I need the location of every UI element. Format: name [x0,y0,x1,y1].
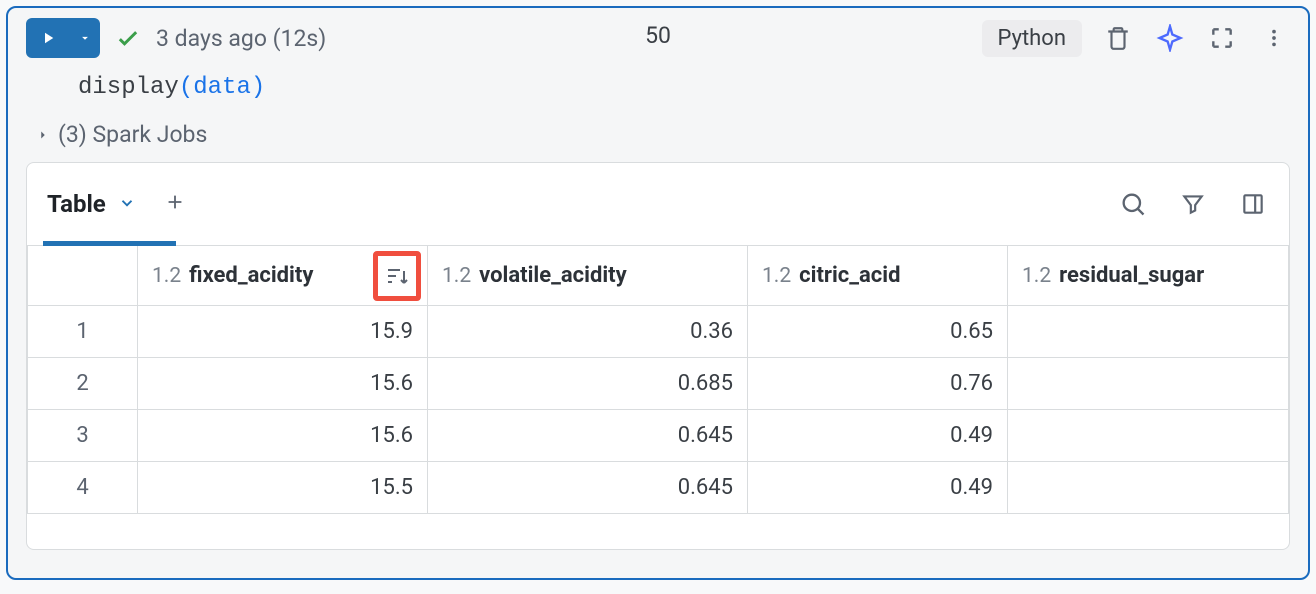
table-row[interactable]: 2 15.6 0.685 0.76 [28,358,1289,410]
spark-jobs-toggle[interactable]: (3) Spark Jobs [8,117,1308,162]
column-header-volatile-acidity[interactable]: 1.2 volatile_acidity [428,246,748,306]
column-name: citric_acid [799,263,900,288]
run-button[interactable] [26,18,70,58]
cell-value[interactable]: 0.65 [748,306,1008,358]
cell-value[interactable] [1008,358,1289,410]
cell-value[interactable]: 0.49 [748,462,1008,514]
cell-value[interactable] [1008,410,1289,462]
code-argument: data [193,74,251,101]
chevron-down-icon [118,194,136,212]
cell-value[interactable]: 0.645 [428,410,748,462]
code-paren-open: ( [179,74,193,101]
header-row: 1.2 fixed_acidity 1.2 [28,246,1289,306]
run-dropdown-button[interactable] [70,18,100,58]
sparkle-icon [1156,24,1184,52]
code-paren-close: ) [251,74,265,101]
panel-button[interactable] [1237,188,1269,220]
kebab-icon [1263,27,1285,49]
cell-value[interactable]: 0.645 [428,462,748,514]
cell-value[interactable]: 0.36 [428,306,748,358]
sort-desc-icon [384,264,410,288]
toolbar-right: Python [982,20,1290,57]
column-header-residual-sugar[interactable]: 1.2 residual_sugar [1008,246,1289,306]
type-badge: 1.2 [442,264,471,288]
table-row[interactable]: 1 15.9 0.36 0.65 [28,306,1289,358]
type-badge: 1.2 [152,264,181,288]
caret-right-icon [36,128,50,142]
type-badge: 1.2 [762,264,791,288]
row-number: 2 [28,358,138,410]
cell-value[interactable]: 15.6 [138,358,428,410]
cell-number: 50 [645,22,671,49]
run-button-group [26,18,100,58]
tab-dropdown[interactable] [118,190,136,218]
check-icon [114,24,142,52]
cell-value[interactable]: 15.5 [138,462,428,514]
spark-jobs-label: (3) Spark Jobs [58,121,207,148]
output-tools [1117,188,1269,220]
column-name: fixed_acidity [189,263,313,288]
chevron-down-icon [78,31,92,45]
expand-icon [1209,25,1235,51]
notebook-cell: 3 days ago (12s) 50 Python display(data) [6,6,1310,580]
row-number: 3 [28,410,138,462]
cell-value[interactable] [1008,462,1289,514]
row-number: 1 [28,306,138,358]
cell-value[interactable]: 15.6 [138,410,428,462]
code-content[interactable]: display(data) [8,66,1308,117]
plus-icon [164,191,186,213]
table-row[interactable]: 4 15.5 0.645 0.49 [28,462,1289,514]
assistant-button[interactable] [1154,22,1186,54]
cell-value[interactable]: 0.76 [748,358,1008,410]
column-name: residual_sugar [1059,263,1204,288]
type-badge: 1.2 [1022,264,1051,288]
row-number: 4 [28,462,138,514]
delete-button[interactable] [1102,22,1134,54]
search-button[interactable] [1117,188,1149,220]
cell-value[interactable]: 15.9 [138,306,428,358]
tab-label: Table [47,190,106,218]
search-icon [1119,190,1147,218]
cell-value[interactable] [1008,306,1289,358]
output-panel: Table [26,162,1290,550]
language-selector[interactable]: Python [982,20,1082,57]
cell-toolbar: 3 days ago (12s) 50 Python [8,8,1308,66]
trash-icon [1105,25,1131,51]
cell-value[interactable]: 0.685 [428,358,748,410]
cell-value[interactable]: 0.49 [748,410,1008,462]
data-table: 1.2 fixed_acidity 1.2 [27,245,1289,514]
run-timestamp: 3 days ago (12s) [156,25,326,52]
tab-table[interactable]: Table [47,163,136,245]
filter-button[interactable] [1177,188,1209,220]
more-button[interactable] [1258,22,1290,54]
output-tabs: Table [27,163,1289,245]
panel-icon [1240,191,1266,217]
row-number-header[interactable] [28,246,138,306]
column-name: volatile_acidity [479,263,627,288]
filter-icon [1180,191,1206,217]
expand-button[interactable] [1206,22,1238,54]
column-header-fixed-acidity[interactable]: 1.2 fixed_acidity [138,246,428,306]
status-check [114,24,142,52]
add-tab-button[interactable] [164,191,186,217]
play-icon [39,29,57,47]
sort-indicator-highlighted[interactable] [373,251,421,301]
column-header-citric-acid[interactable]: 1.2 citric_acid [748,246,1008,306]
table-row[interactable]: 3 15.6 0.645 0.49 [28,410,1289,462]
code-function: display [78,74,179,101]
